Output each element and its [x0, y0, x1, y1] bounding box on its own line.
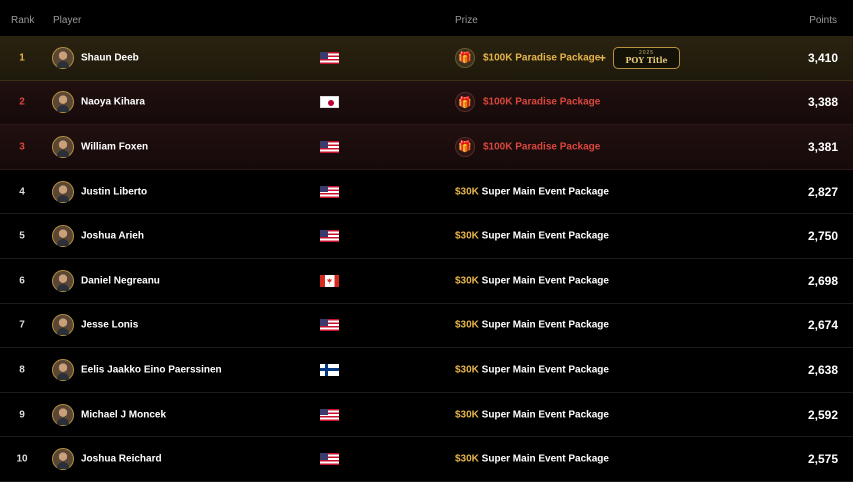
prize-label: $30K Super Main Event Package: [455, 320, 609, 331]
prize-description: Super Main Event Package: [478, 275, 609, 287]
player-avatar: [52, 269, 74, 292]
rank-number: 10: [16, 453, 28, 465]
prize-label: $30K Super Main Event Package: [455, 275, 609, 286]
player-name[interactable]: Joshua Arieh: [81, 231, 144, 242]
player-avatar: [52, 403, 74, 426]
points-value: 2,638: [807, 362, 838, 377]
us-flag-icon: [320, 140, 339, 153]
gift-icon: 🎁: [455, 47, 475, 68]
player-avatar: [52, 358, 74, 381]
rank-number: 4: [19, 186, 25, 198]
points-value: 2,592: [807, 407, 838, 422]
points-value: 2,698: [807, 273, 838, 288]
prize-amount: $30K: [455, 319, 479, 331]
leaderboard: Rank Player Prize Points 1 Shaun Deeb 🎁 …: [0, 0, 853, 482]
player-avatar: [52, 91, 74, 114]
jp-flag-icon: [320, 96, 339, 109]
prize-label: $30K Super Main Event Package: [455, 364, 609, 375]
prize-column-header: Prize: [455, 15, 478, 26]
player-name[interactable]: Jesse Lonis: [81, 320, 138, 331]
points-column-header: Points: [809, 15, 837, 26]
prize-description: Super Main Event Package: [478, 453, 609, 465]
player-name[interactable]: William Foxen: [81, 141, 148, 152]
plus-sign: +: [599, 50, 607, 65]
prize-label: $100K Paradise Package: [483, 52, 601, 64]
us-flag-icon: [320, 408, 339, 421]
player-avatar: [52, 46, 74, 69]
points-value: 2,674: [807, 318, 838, 333]
us-flag-icon: [320, 230, 339, 243]
prize-label: $30K Super Main Event Package: [455, 454, 609, 465]
leaderboard-row[interactable]: 10 Joshua Reichard $30K Super Main Event…: [0, 437, 853, 482]
player-name[interactable]: Naoya Kihara: [81, 97, 145, 108]
prize-amount: $30K: [455, 364, 479, 376]
player-name[interactable]: Eelis Jaakko Eino Paerssinen: [81, 364, 222, 375]
player-name[interactable]: Joshua Reichard: [81, 454, 162, 465]
leaderboard-row[interactable]: 5 Joshua Arieh $30K Super Main Event Pac…: [0, 214, 853, 259]
prize-amount: $30K: [455, 230, 479, 242]
player-name[interactable]: Shaun Deeb: [81, 52, 139, 63]
points-value: 2,827: [807, 184, 838, 199]
prize-description: Super Main Event Package: [478, 409, 609, 421]
prize-description: Super Main Event Package: [478, 364, 609, 376]
prize-amount: $30K: [455, 409, 479, 421]
rank-column-header: Rank: [11, 15, 35, 26]
leaderboard-row[interactable]: 6 Daniel Negreanu $30K Super Main Event …: [0, 258, 853, 304]
fi-flag-icon: [320, 363, 339, 376]
points-value: 2,750: [807, 229, 838, 244]
rank-number: 8: [19, 364, 25, 376]
prize-label: $30K Super Main Event Package: [455, 186, 609, 197]
leaderboard-row[interactable]: 4 Justin Liberto $30K Super Main Event P…: [0, 169, 853, 215]
points-value: 2,575: [807, 452, 838, 467]
prize-label: $100K Paradise Package: [483, 141, 601, 153]
rank-number: 3: [19, 141, 25, 153]
player-avatar: [52, 180, 74, 203]
poy-badge-title: POY Title: [625, 54, 668, 65]
rank-number: 2: [19, 96, 25, 108]
us-flag-icon: [320, 319, 339, 332]
prize-description: Super Main Event Package: [478, 319, 609, 331]
rank-number: 9: [19, 409, 25, 421]
prize-label: $30K Super Main Event Package: [455, 409, 609, 420]
player-avatar: [52, 225, 74, 248]
prize-description: Super Main Event Package: [478, 186, 609, 198]
player-avatar: [52, 135, 74, 158]
prize-amount: $30K: [455, 453, 479, 465]
leaderboard-row[interactable]: 8 Eelis Jaakko Eino Paerssinen $30K Supe…: [0, 348, 853, 393]
points-value: 3,410: [807, 50, 838, 65]
us-flag-icon: [320, 185, 339, 198]
prize-label: $30K Super Main Event Package: [455, 231, 609, 242]
rank-number: 7: [19, 319, 25, 331]
rank-number: 6: [19, 275, 25, 287]
player-name[interactable]: Justin Liberto: [81, 186, 147, 197]
gift-icon: 🎁: [455, 92, 475, 113]
player-column-header: Player: [53, 15, 82, 26]
player-name[interactable]: Daniel Negreanu: [81, 275, 160, 286]
player-avatar: [52, 448, 74, 471]
rank-number: 1: [19, 52, 25, 64]
leaderboard-header: Rank Player Prize Points: [0, 0, 853, 36]
points-value: 3,381: [807, 139, 838, 154]
poy-title-badge: 2025 POY Title: [613, 46, 680, 69]
leaderboard-row[interactable]: 7 Jesse Lonis $30K Super Main Event Pack…: [0, 303, 853, 349]
leaderboard-row[interactable]: 9 Michael J Moncek $30K Super Main Event…: [0, 392, 853, 438]
prize-amount: $30K: [455, 275, 479, 287]
player-name[interactable]: Michael J Moncek: [81, 409, 166, 420]
prize-label: $100K Paradise Package: [483, 96, 601, 108]
leaderboard-row[interactable]: 2 Naoya Kihara 🎁 $100K Paradise Package …: [0, 80, 853, 126]
prize-amount: $30K: [455, 186, 479, 198]
player-avatar: [52, 314, 74, 337]
prize-description: Super Main Event Package: [478, 230, 609, 242]
gift-icon: 🎁: [455, 136, 475, 157]
us-flag-icon: [320, 453, 339, 466]
rank-number: 5: [19, 230, 25, 242]
ca-flag-icon: [320, 274, 339, 287]
points-value: 3,388: [807, 95, 838, 110]
leaderboard-row[interactable]: 3 William Foxen 🎁 $100K Paradise Package…: [0, 125, 853, 170]
leaderboard-row[interactable]: 1 Shaun Deeb 🎁 $100K Paradise Package + …: [0, 36, 853, 81]
us-flag-icon: [320, 51, 339, 64]
